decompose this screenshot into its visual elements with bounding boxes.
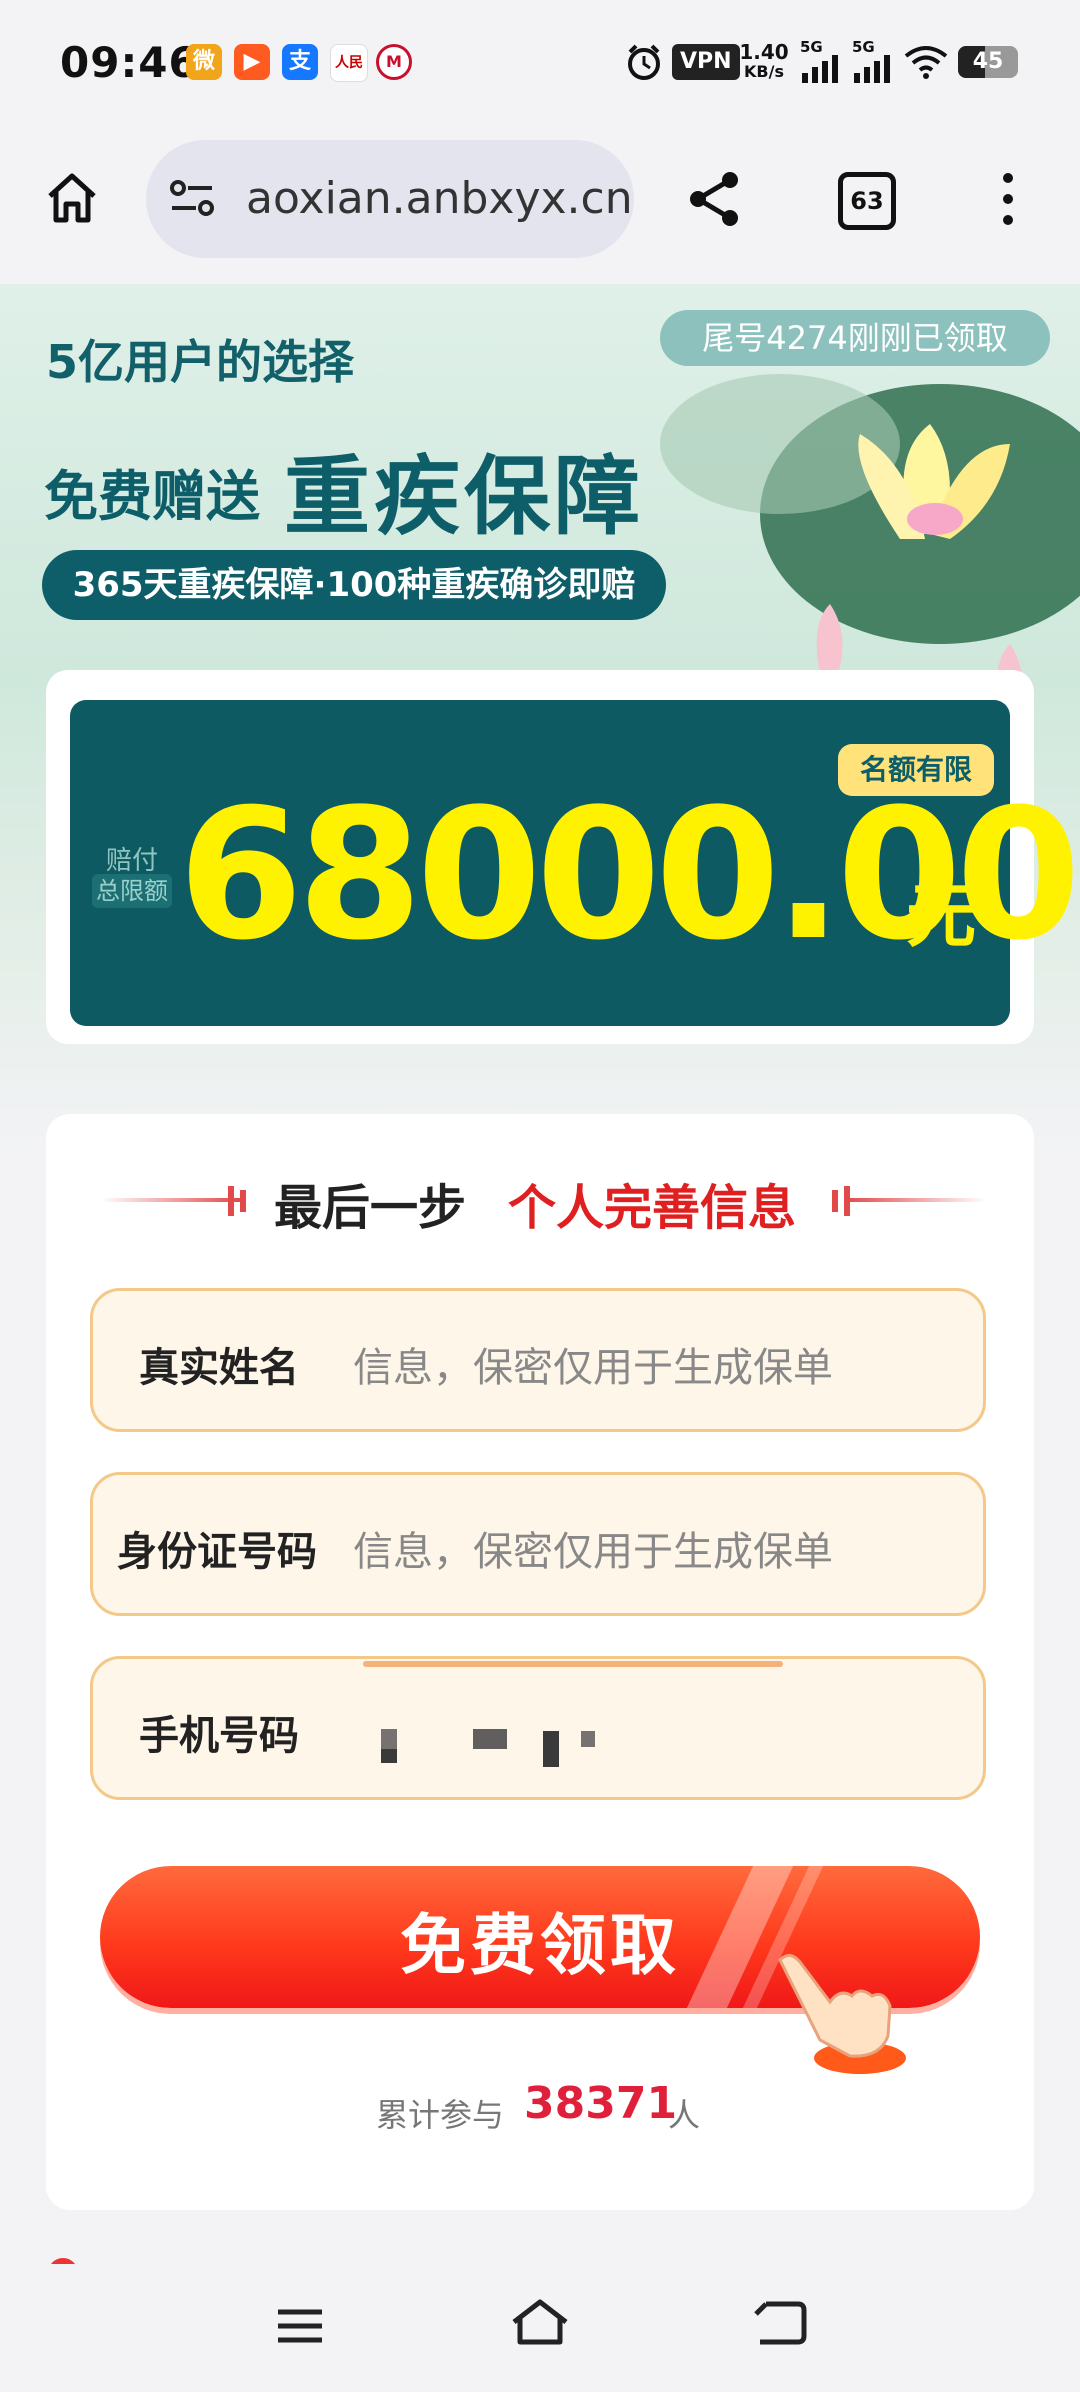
- more-menu-icon[interactable]: [996, 168, 1020, 230]
- payout-label: 赔付: [105, 846, 158, 876]
- site-settings-icon[interactable]: [168, 176, 216, 220]
- vpn-badge: VPN: [672, 44, 740, 80]
- wifi-icon: [904, 46, 948, 79]
- kuaishou-icon: ▶: [234, 44, 270, 80]
- claim-ticker: 尾号4274刚刚已领取: [660, 310, 1050, 366]
- back-icon[interactable]: [752, 2300, 808, 2346]
- total-limit-label: 总限额: [92, 874, 172, 908]
- net-speed: 1.40 KB/s: [734, 42, 794, 82]
- participant-count-suffix: 人: [668, 2096, 701, 2134]
- redacted-pixel: [381, 1729, 397, 1749]
- signal-5g-1: 5G: [800, 40, 850, 84]
- battery-level: 45: [972, 49, 1004, 74]
- name-field-label: 真实姓名: [139, 1345, 299, 1391]
- redacted-pixel: [381, 1749, 397, 1763]
- divider-bar: [228, 1186, 234, 1216]
- participant-count-prefix: 累计参与: [376, 2096, 505, 2134]
- amount-unit: 元: [906, 875, 976, 957]
- net-speed-value: 1.40: [739, 40, 789, 64]
- divider-bar: [832, 1190, 838, 1212]
- alarm-icon: [628, 44, 660, 80]
- name-field-placeholder[interactable]: 信息，保密仅用于生成保单: [353, 1335, 833, 1393]
- peoples-daily-icon: 人民: [330, 44, 368, 82]
- divider-right: [846, 1198, 986, 1202]
- signal-5g-2: 5G: [852, 40, 902, 84]
- headline-prefix: 免费赠送: [44, 465, 260, 528]
- nav-home-icon[interactable]: [510, 2298, 570, 2348]
- participant-count: 38371: [524, 2078, 678, 2129]
- signal1-label: 5G: [800, 38, 823, 56]
- alipay-icon: 支: [282, 44, 318, 80]
- redacted-pixel: [581, 1731, 595, 1747]
- net-speed-unit: KB/s: [744, 62, 784, 81]
- recent-apps-icon[interactable]: [276, 2306, 324, 2346]
- divider-left: [100, 1198, 240, 1202]
- url-text[interactable]: aoxian.anbxyx.cn: [246, 173, 633, 224]
- id-field-label: 身份证号码: [117, 1529, 317, 1575]
- home-icon[interactable]: [44, 170, 100, 226]
- name-field[interactable]: 真实姓名 信息，保密仅用于生成保单: [90, 1288, 986, 1432]
- signal-bars-icon: [854, 55, 890, 83]
- coverage-pill: 365天重疾保障·100种重疾确诊即赔: [42, 550, 666, 620]
- redacted-pixel: [473, 1729, 507, 1749]
- hero-slogan: 5亿用户的选择: [46, 335, 355, 389]
- battery-indicator: 45: [958, 46, 1018, 78]
- tab-switcher-button[interactable]: 63: [838, 172, 896, 230]
- status-time: 09:46: [60, 38, 199, 87]
- id-number-field[interactable]: 身份证号码 信息，保密仅用于生成保单: [90, 1472, 986, 1616]
- phone-input-top-highlight: [363, 1661, 783, 1667]
- redacted-pixel: [543, 1731, 559, 1767]
- headline-main: 重疾保障: [284, 447, 644, 547]
- share-icon[interactable]: [684, 168, 746, 230]
- phone-field-label: 手机号码: [139, 1713, 299, 1759]
- cmb-icon: M: [376, 44, 412, 80]
- signal-bars-icon: [802, 55, 838, 83]
- pointing-hand-icon: [778, 1954, 906, 2074]
- signal2-label: 5G: [852, 38, 875, 56]
- step-prefix: 最后一步: [274, 1180, 467, 1236]
- phone-field[interactable]: 手机号码: [90, 1656, 986, 1800]
- step-title: 个人完善信息: [508, 1180, 797, 1236]
- weibo-icon: 微: [186, 44, 222, 80]
- id-field-placeholder[interactable]: 信息，保密仅用于生成保单: [353, 1519, 833, 1577]
- divider-bar: [240, 1190, 246, 1212]
